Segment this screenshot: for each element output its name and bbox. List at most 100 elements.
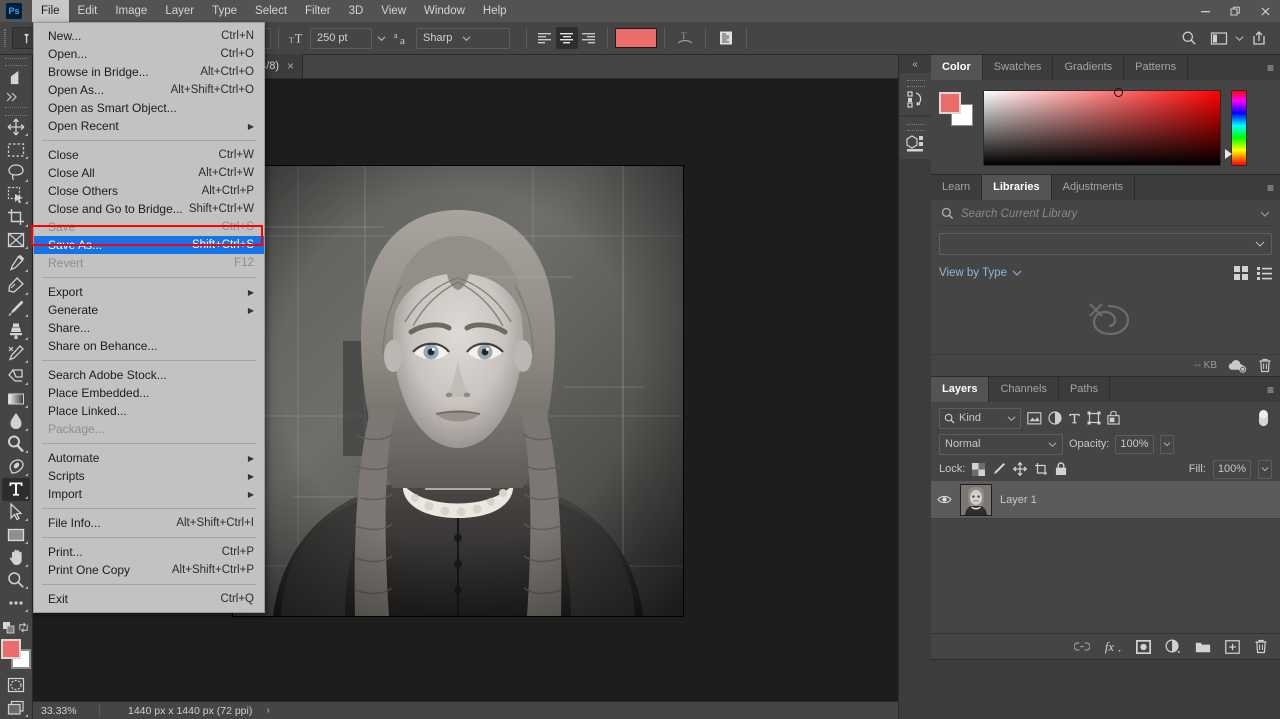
file-menu-dropdown[interactable]: New... Ctrl+N Open... Ctrl+O Browse in Bridg… — [33, 22, 265, 613]
menu-view[interactable]: View — [372, 0, 415, 22]
search-icon[interactable] — [1176, 27, 1202, 49]
menu-window[interactable]: Window — [415, 0, 474, 22]
status-menu-arrow-icon[interactable]: › — [266, 705, 269, 716]
quick-selection-tool[interactable] — [2, 184, 30, 207]
layers-tab-layers[interactable]: Layers — [931, 377, 990, 402]
menu-type[interactable]: Type — [203, 0, 246, 22]
blend-mode-dropdown[interactable]: Normal — [939, 433, 1063, 455]
zoom-tool[interactable] — [2, 569, 30, 592]
file-menu-item-automate[interactable]: Automate ▶ — [34, 449, 264, 467]
file-menu-item-import[interactable]: Import ▶ — [34, 485, 264, 503]
menu-filter[interactable]: Filter — [296, 0, 340, 22]
workspace-switcher-button[interactable] — [1206, 27, 1232, 49]
delete-layer-button[interactable] — [1254, 639, 1268, 654]
file-menu-item-open[interactable]: Open... Ctrl+O — [34, 45, 264, 63]
file-menu-item-close-and-go-to-bridge[interactable]: Close and Go to Bridge... Shift+Ctrl+W — [34, 200, 264, 218]
align-left-button[interactable] — [534, 27, 556, 49]
lock-position-icon[interactable] — [1013, 462, 1028, 476]
file-menu-item-place-embedded[interactable]: Place Embedded... — [34, 384, 264, 402]
file-menu-item-place-linked[interactable]: Place Linked... — [34, 402, 264, 420]
color-tab-patterns[interactable]: Patterns — [1124, 55, 1189, 80]
lasso-tool[interactable] — [2, 161, 30, 184]
eraser-tool[interactable] — [2, 365, 30, 388]
maximize-restore-button[interactable] — [1220, 0, 1250, 22]
menu-select[interactable]: Select — [246, 0, 296, 22]
layer-name[interactable]: Layer 1 — [1000, 494, 1037, 506]
file-menu-item-file-info[interactable]: File Info... Alt+Shift+Ctrl+I — [34, 514, 264, 532]
filter-pixel-layers-icon[interactable] — [1027, 411, 1042, 425]
history-panel-icon[interactable] — [900, 73, 931, 115]
file-menu-item-browse-in-bridge[interactable]: Browse in Bridge... Alt+Ctrl+O — [34, 63, 264, 81]
foreground-color-swatch[interactable] — [1, 638, 21, 659]
opacity-scrubber-icon[interactable] — [1159, 434, 1174, 454]
hue-slider-marker[interactable] — [1225, 149, 1232, 159]
file-menu-item-open-as-smart-object[interactable]: Open as Smart Object... — [34, 99, 264, 117]
color-tab-color[interactable]: Color — [931, 55, 983, 80]
gradient-tool[interactable] — [2, 387, 30, 410]
file-menu-item-share-on-behance[interactable]: Share on Behance... — [34, 337, 264, 355]
delete-library-item-button[interactable] — [1258, 358, 1272, 373]
collapse-panels-icon[interactable]: « — [899, 55, 931, 73]
menu-image[interactable]: Image — [106, 0, 156, 22]
layers-panel-menu-icon[interactable]: ≡ — [1267, 377, 1274, 402]
spot-healing-brush-tool[interactable] — [2, 274, 30, 297]
layer-thumbnail[interactable] — [960, 483, 992, 516]
minimize-button[interactable] — [1190, 0, 1220, 22]
crop-tool[interactable] — [2, 206, 30, 229]
foreground-background-color-swatches[interactable] — [1, 638, 31, 669]
menu-help[interactable]: Help — [474, 0, 516, 22]
align-right-button[interactable] — [578, 27, 600, 49]
rectangular-marquee-tool[interactable] — [2, 138, 30, 161]
file-menu-item-close-all[interactable]: Close All Alt+Ctrl+W — [34, 164, 264, 182]
move-tool[interactable] — [2, 116, 30, 139]
layer-filter-kind-dropdown[interactable]: Kind — [939, 407, 1021, 429]
pen-tool[interactable] — [2, 455, 30, 478]
share-button[interactable] — [1246, 27, 1272, 49]
file-menu-item-save-as[interactable]: Save As... Shift+Ctrl+S — [34, 236, 264, 254]
add-adjustment-layer-button[interactable] — [1165, 639, 1181, 654]
clone-stamp-tool[interactable] — [2, 319, 30, 342]
brush-tool[interactable] — [2, 297, 30, 320]
expand-toolbar-icon[interactable] — [2, 89, 30, 105]
filter-toggle-switch[interactable] — [1257, 409, 1270, 427]
frame-tool[interactable] — [2, 229, 30, 252]
file-menu-item-scripts[interactable]: Scripts ▶ — [34, 467, 264, 485]
file-menu-item-search-adobe-stock[interactable]: Search Adobe Stock... — [34, 366, 264, 384]
file-menu-item-export[interactable]: Export ▶ — [34, 283, 264, 301]
menu-edit[interactable]: Edit — [69, 0, 107, 22]
libraries-tab-learn[interactable]: Learn — [931, 175, 983, 200]
quick-mask-mode-icon[interactable] — [2, 674, 30, 697]
filter-smart-objects-icon[interactable] — [1107, 411, 1120, 425]
close-button[interactable] — [1250, 0, 1280, 22]
opacity-value-field[interactable]: 100% — [1115, 434, 1154, 454]
grid-view-button[interactable] — [1234, 266, 1248, 280]
file-menu-item-close[interactable]: Close Ctrl+W — [34, 146, 264, 164]
file-menu-item-close-others[interactable]: Close Others Alt+Ctrl+P — [34, 182, 264, 200]
close-icon[interactable]: × — [287, 59, 294, 73]
hand-tool[interactable] — [2, 546, 30, 569]
antialias-dropdown[interactable]: Sharp — [416, 27, 510, 49]
align-center-button[interactable] — [556, 27, 578, 49]
layer-style-fx-button[interactable]: fx — [1104, 639, 1122, 654]
color-tab-gradients[interactable]: Gradients — [1053, 55, 1125, 80]
default-colors-and-swap-icons[interactable] — [1, 621, 31, 635]
fill-scrubber-icon[interactable] — [1258, 459, 1272, 479]
file-menu-item-generate[interactable]: Generate ▶ — [34, 301, 264, 319]
filter-shape-layers-icon[interactable] — [1087, 411, 1101, 425]
file-menu-item-share[interactable]: Share... — [34, 319, 264, 337]
character-paragraph-panels-button[interactable] — [713, 27, 739, 49]
font-size-field[interactable]: 250 pt — [310, 27, 372, 49]
file-menu-item-print[interactable]: Print... Ctrl+P — [34, 543, 264, 561]
lock-all-icon[interactable] — [1055, 462, 1067, 476]
properties-panel-icon[interactable] — [900, 117, 931, 159]
type-tool[interactable] — [2, 478, 30, 501]
current-library-dropdown[interactable] — [939, 233, 1272, 255]
path-selection-tool[interactable] — [2, 501, 30, 524]
new-layer-button[interactable] — [1225, 639, 1240, 654]
new-group-button[interactable] — [1195, 640, 1211, 653]
workspace-caret-icon[interactable] — [1232, 27, 1246, 49]
home-icon[interactable] — [2, 66, 30, 89]
lock-artboard-nesting-icon[interactable] — [1034, 462, 1048, 476]
layers-tab-channels[interactable]: Channels — [989, 377, 1059, 402]
cloud-sync-off-icon[interactable] — [1228, 359, 1247, 373]
